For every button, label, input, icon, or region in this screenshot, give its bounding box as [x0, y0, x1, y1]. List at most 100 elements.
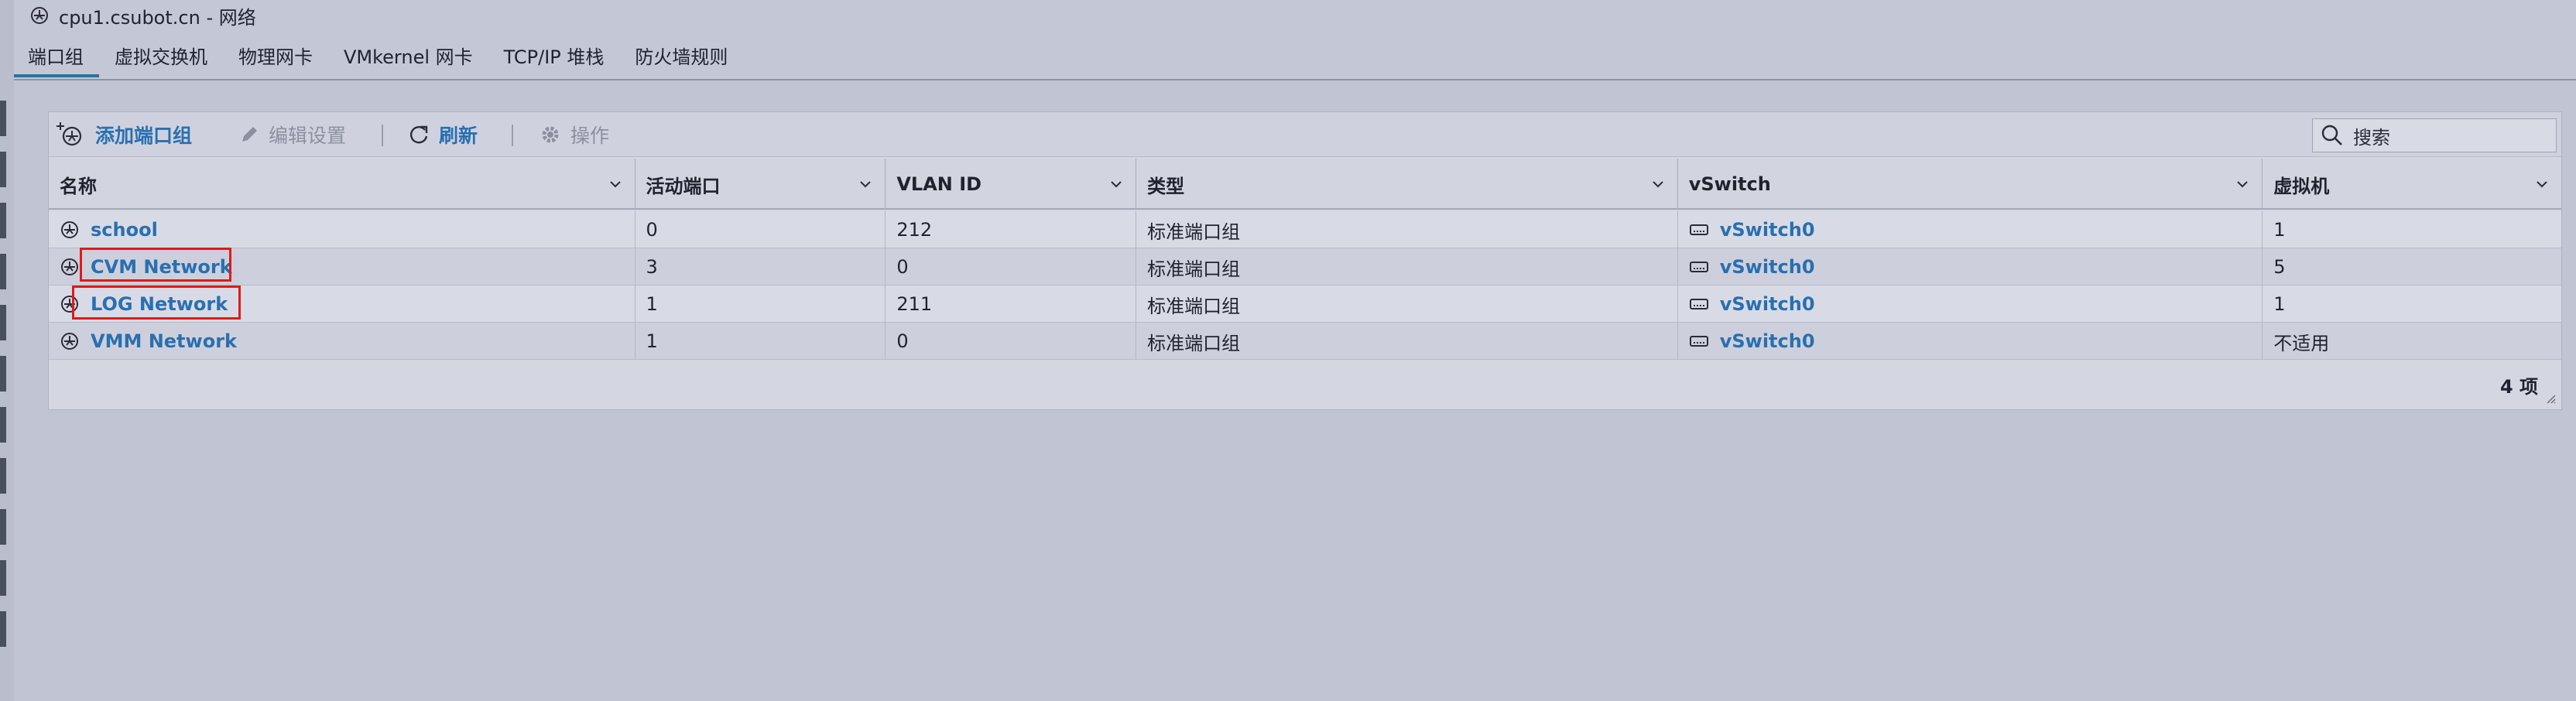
cell-active-ports: 3	[635, 248, 886, 286]
cell-type: 标准端口组	[1136, 248, 1678, 286]
actions-button[interactable]: 操作	[540, 112, 609, 157]
port-group-link[interactable]: VMM Network	[91, 330, 237, 352]
cell-vlan-id: 0	[886, 323, 1137, 360]
column-header-label: 类型	[1147, 175, 1185, 197]
item-count: 4 项	[2499, 376, 2538, 398]
tab-physical-nics[interactable]: 物理网卡	[223, 37, 328, 77]
tab-vmkernel-nics[interactable]: VMkernel 网卡	[328, 37, 488, 77]
port-group-link[interactable]: school	[91, 219, 158, 241]
column-header-label: 名称	[60, 175, 97, 197]
column-header-label: 虚拟机	[2273, 175, 2330, 197]
cell-name: VMM Network	[49, 323, 635, 360]
page-title: cpu1.csubot.cn - 网络	[14, 0, 256, 31]
resize-grip-icon[interactable]	[2544, 392, 2557, 405]
gear-icon	[540, 124, 561, 145]
table-row[interactable]: VMM Network 1 0 标准端口组 vSwitch0 不适用	[49, 323, 2561, 360]
column-header-vlan-id[interactable]: VLAN ID	[886, 159, 1137, 210]
table-body: school 0 212 标准端口组 vSwitch0 1 CVM Networ…	[49, 211, 2561, 360]
pencil-icon	[239, 125, 259, 145]
cell-type: 标准端口组	[1136, 323, 1678, 360]
search-placeholder: 搜索	[2353, 126, 2390, 149]
cell-type: 标准端口组	[1136, 286, 1678, 323]
tab-firewall-rules[interactable]: 防火墙规则	[619, 37, 743, 77]
strip-notch	[0, 254, 6, 289]
cell-type: 标准端口组	[1136, 211, 1678, 248]
add-port-group-button[interactable]: 添加端口组	[55, 112, 192, 157]
network-icon	[29, 5, 50, 26]
strip-notch	[0, 203, 6, 238]
table-row[interactable]: school 0 212 标准端口组 vSwitch0 1	[49, 211, 2561, 248]
cell-vms: 1	[2273, 219, 2286, 241]
edit-settings-label: 编辑设置	[269, 125, 347, 147]
cell-vswitch: vSwitch0	[1678, 323, 2263, 360]
toolbar-separator	[512, 125, 513, 146]
tab-bar: 端口组 虚拟交换机 物理网卡 VMkernel 网卡 TCP/IP 堆栈 防火墙…	[14, 37, 743, 77]
network-portgroup-icon	[61, 258, 78, 275]
column-header-label: vSwitch	[1688, 173, 1771, 195]
refresh-label: 刷新	[439, 125, 478, 147]
cell-vlan-id: 212	[886, 211, 1137, 248]
chevron-down-icon	[2237, 181, 2248, 188]
network-portgroup-icon	[61, 221, 78, 238]
cell-vms: 不适用	[2273, 332, 2330, 354]
tab-virtual-switches[interactable]: 虚拟交换机	[99, 37, 223, 77]
strip-notch	[0, 407, 6, 443]
port-group-link[interactable]: CVM Network	[91, 256, 232, 278]
network-portgroup-icon	[61, 296, 78, 313]
vswitch-link[interactable]: vSwitch0	[1720, 330, 1815, 352]
column-header-vms[interactable]: 虚拟机	[2263, 159, 2561, 210]
cell-name: school	[49, 211, 635, 248]
strip-notch	[0, 458, 6, 494]
port-group-panel: 添加端口组 编辑设置 刷新 操作 搜索 名称 活动端口 VLAN ID 类型 v…	[48, 111, 2562, 410]
strip-notch	[0, 611, 6, 647]
strip-notch	[0, 305, 6, 340]
port-group-link[interactable]: LOG Network	[91, 293, 228, 315]
vswitch-icon	[1689, 336, 1708, 347]
strip-notch	[0, 509, 6, 545]
cell-vlan-id: 0	[886, 248, 1137, 286]
cell-active-ports: 0	[635, 211, 886, 248]
column-header-active-ports[interactable]: 活动端口	[635, 159, 886, 210]
cell-vlan-id: 211	[886, 286, 1137, 323]
table-row[interactable]: CVM Network 3 0 标准端口组 vSwitch0 5	[49, 248, 2561, 286]
strip-notch	[0, 101, 6, 136]
chevron-down-icon	[2537, 181, 2547, 188]
tab-tcpip-stacks[interactable]: TCP/IP 堆栈	[488, 37, 620, 77]
cell-vms: 1	[2273, 293, 2286, 315]
network-portgroup-icon	[61, 333, 78, 350]
cell-vswitch: vSwitch0	[1678, 211, 2263, 248]
actions-label: 操作	[570, 125, 610, 147]
header-divider	[14, 79, 2576, 80]
table-row[interactable]: LOG Network 1 211 标准端口组 vSwitch0 1	[49, 286, 2561, 323]
column-header-vswitch[interactable]: vSwitch	[1678, 159, 2263, 210]
column-header-name[interactable]: 名称	[49, 159, 635, 210]
add-port-group-label: 添加端口组	[95, 125, 193, 147]
strip-notch	[0, 356, 6, 392]
column-header-type[interactable]: 类型	[1136, 159, 1678, 210]
vswitch-link[interactable]: vSwitch0	[1720, 293, 1815, 315]
cell-vms: 5	[2273, 256, 2286, 278]
cell-active-ports: 1	[635, 286, 886, 323]
edit-settings-button[interactable]: 编辑设置	[239, 112, 346, 157]
vswitch-icon	[1689, 224, 1708, 235]
vswitch-link[interactable]: vSwitch0	[1720, 219, 1815, 241]
refresh-icon	[408, 124, 430, 145]
strip-notch	[0, 560, 6, 596]
window-title: cpu1.csubot.cn - 网络	[59, 6, 256, 29]
table-header: 名称 活动端口 VLAN ID 类型 vSwitch 虚拟机	[49, 159, 2561, 210]
vswitch-icon	[1689, 262, 1708, 272]
chevron-down-icon	[609, 181, 621, 188]
strip-notch	[0, 152, 6, 187]
tab-port-groups[interactable]: 端口组	[14, 37, 99, 77]
vswitch-icon	[1689, 299, 1708, 309]
vswitch-link[interactable]: vSwitch0	[1720, 256, 1815, 278]
search-input[interactable]: 搜索	[2312, 118, 2557, 152]
chevron-down-icon	[860, 181, 872, 188]
toolbar-separator	[382, 125, 383, 146]
toolbar: 添加端口组 编辑设置 刷新 操作 搜索	[49, 112, 2561, 157]
chevron-down-icon	[1111, 181, 1122, 188]
cell-name: LOG Network	[49, 286, 635, 323]
column-header-label: VLAN ID	[896, 173, 982, 195]
refresh-button[interactable]: 刷新	[408, 112, 478, 157]
column-header-label: 活动端口	[646, 175, 721, 197]
